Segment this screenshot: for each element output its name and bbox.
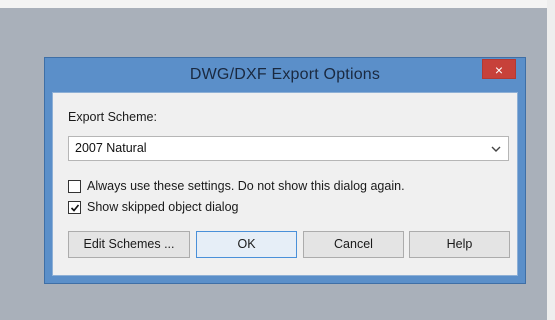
dialog-body: Export Scheme: 2007 Natural Always use t… <box>52 92 518 276</box>
close-icon: × <box>494 62 504 78</box>
close-button[interactable]: × <box>482 59 516 79</box>
show-skipped-checkbox[interactable] <box>68 201 81 214</box>
cancel-button[interactable]: Cancel <box>303 231 404 258</box>
always-use-label[interactable]: Always use these settings. Do not show t… <box>87 179 405 193</box>
ok-button[interactable]: OK <box>196 231 297 258</box>
checkmark-icon <box>70 204 80 212</box>
export-scheme-dropdown[interactable]: 2007 Natural <box>68 136 509 161</box>
title-bar[interactable]: DWG/DXF Export Options × <box>45 58 525 92</box>
edit-schemes-button[interactable]: Edit Schemes ... <box>68 231 190 258</box>
always-use-checkbox[interactable] <box>68 180 81 193</box>
export-scheme-value: 2007 Natural <box>75 141 147 155</box>
dialog-title: DWG/DXF Export Options <box>189 66 381 83</box>
export-scheme-label: Export Scheme: <box>68 110 157 124</box>
export-options-dialog: DWG/DXF Export Options × Export Scheme: … <box>44 57 526 284</box>
show-skipped-label[interactable]: Show skipped object dialog <box>87 200 239 214</box>
chevron-down-icon <box>491 146 501 152</box>
help-button[interactable]: Help <box>409 231 510 258</box>
